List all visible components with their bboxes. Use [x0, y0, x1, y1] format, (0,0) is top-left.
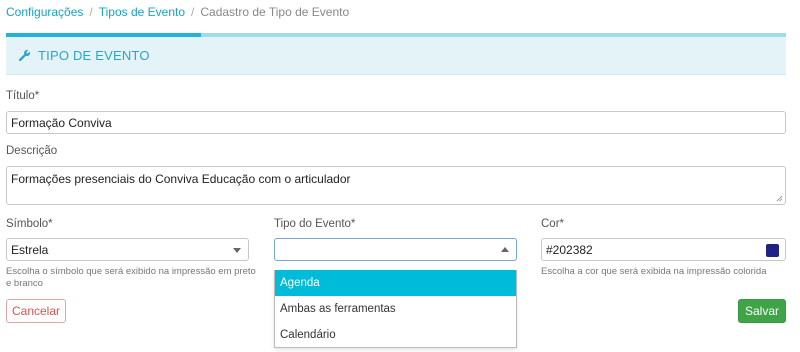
breadcrumb-link-tipos-de-evento[interactable]: Tipos de Evento [99, 5, 185, 19]
save-button[interactable]: Salvar [738, 299, 786, 323]
breadcrumb-separator: / [89, 5, 93, 19]
titulo-label: Título* [6, 90, 40, 102]
simbolo-label: Símbolo* [6, 218, 53, 230]
descricao-textarea[interactable]: Formações presenciais do Conviva Educaçã… [6, 166, 786, 205]
breadcrumb-current: Cadastro de Tipo de Evento [200, 5, 350, 19]
cor-help-text: Escolha a cor que será exibida na impres… [541, 266, 767, 277]
descricao-text: Formações presenciais do Conviva Educaçã… [11, 172, 351, 186]
descricao-label: Descrição [6, 145, 58, 157]
tipo-evento-dropdown: Agenda Ambas as ferramentas Calendário [274, 270, 517, 348]
chevron-up-icon [501, 247, 509, 252]
dropdown-option-agenda[interactable]: Agenda [275, 270, 516, 296]
cor-input[interactable]: #202382 [541, 238, 786, 261]
panel-heading: TIPO DE EVENTO [6, 37, 786, 75]
titulo-input[interactable]: Formação Conviva [6, 111, 786, 134]
simbolo-selected-value: Estrela [11, 242, 49, 257]
wrench-icon [18, 49, 31, 62]
simbolo-help-text: Escolha o símbolo que será exibido na im… [6, 266, 256, 289]
cor-label: Cor* [541, 218, 565, 230]
cor-value: #202382 [546, 242, 593, 257]
cancel-button[interactable]: Cancelar [6, 299, 66, 323]
dropdown-option-ambas[interactable]: Ambas as ferramentas [275, 296, 516, 322]
breadcrumb-link-configuracoes[interactable]: Configurações [6, 5, 83, 19]
color-swatch[interactable] [766, 244, 779, 257]
chevron-down-icon [233, 248, 241, 253]
breadcrumb-separator: / [191, 5, 195, 19]
tipo-evento-label: Tipo do Evento* [274, 218, 356, 230]
tipo-evento-select[interactable] [274, 238, 517, 261]
simbolo-select[interactable]: Estrela [6, 238, 249, 261]
panel-title: TIPO DE EVENTO [38, 48, 150, 63]
resize-grip-icon[interactable] [776, 195, 783, 202]
breadcrumb: Configurações / Tipos de Evento / Cadastro d… [6, 5, 349, 19]
dropdown-option-calendario[interactable]: Calendário [275, 322, 516, 348]
